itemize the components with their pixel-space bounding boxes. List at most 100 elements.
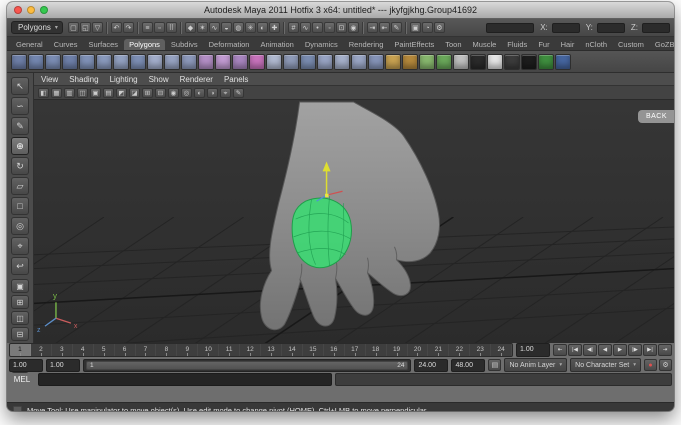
frame-cell[interactable]: 10 [198, 344, 220, 356]
shelf-tab[interactable]: Fur [533, 39, 554, 50]
input-connections-icon[interactable]: ⇥ [366, 22, 378, 33]
lighting-icon[interactable]: ◎ [181, 87, 192, 98]
mask-dynamics-icon[interactable]: ✳ [244, 22, 256, 33]
shelf-icon[interactable] [181, 53, 197, 70]
frame-cell[interactable]: 11 [219, 344, 241, 356]
frame-cell[interactable]: 17 [345, 344, 366, 356]
shelf-tab[interactable]: Toon [440, 39, 466, 50]
new-scene-icon[interactable]: ▢ [67, 22, 79, 33]
shelf-icon[interactable] [28, 53, 44, 70]
frame-cell[interactable]: 22 [449, 344, 471, 356]
separator[interactable] [361, 21, 364, 34]
snap-point-icon[interactable]: • [311, 22, 323, 33]
shelf-icon[interactable] [215, 53, 231, 70]
panel-menu-item[interactable]: Renderer [180, 75, 213, 84]
frame-cell[interactable]: 8 [156, 344, 178, 356]
animation-end-field[interactable]: 48.00 [451, 358, 486, 372]
anim-layer-filter-icon[interactable]: ▤ [488, 359, 502, 371]
select-tool[interactable]: ↖ [11, 77, 29, 95]
manipulator-center[interactable] [325, 193, 329, 198]
snap-curve-icon[interactable]: ∿ [299, 22, 311, 33]
snap-grid-icon[interactable]: # [287, 22, 299, 33]
frame-cell[interactable]: 18 [366, 344, 387, 356]
render-settings-icon[interactable]: ⚙ [433, 22, 445, 33]
shelf-icon[interactable] [538, 53, 554, 70]
shelf-tab[interactable]: Animation [255, 39, 298, 50]
show-manipulator-tool[interactable]: ⌖ [11, 237, 29, 255]
layout-single-pane-button[interactable]: ▣ [11, 279, 29, 293]
shelf-icon[interactable] [232, 53, 248, 70]
frame-cell[interactable]: 23 [470, 344, 492, 356]
shelf-tab[interactable]: PaintEffects [389, 39, 439, 50]
frame-cell[interactable]: 4 [73, 344, 94, 356]
separator[interactable] [282, 21, 285, 34]
shelf-icon[interactable] [147, 53, 163, 70]
render-current-frame-icon[interactable]: ▣ [409, 22, 421, 33]
go-to-end-button[interactable]: ⇥ [658, 344, 672, 356]
selected-faces[interactable] [291, 196, 352, 269]
select-object-icon[interactable]: ▫ [153, 22, 165, 33]
mask-surfaces-icon[interactable]: ◒ [220, 22, 232, 33]
character-set-dropdown[interactable]: No Character Set ▾ [570, 358, 641, 372]
frame-cell[interactable]: 1 [10, 344, 31, 356]
snap-view-icon[interactable]: ⊡ [335, 22, 347, 33]
shelf-icon[interactable] [266, 53, 282, 70]
frame-cell[interactable]: 21 [428, 344, 450, 356]
mask-joints-icon[interactable]: ✶ [196, 22, 208, 33]
frame-cell[interactable]: 9 [177, 344, 199, 356]
frame-cell[interactable]: 13 [261, 344, 282, 356]
menu-set-dropdown[interactable]: Polygons ▾ [11, 21, 63, 34]
soft-mod-tool[interactable]: ◎ [11, 217, 29, 235]
film-gate-icon[interactable]: ▦ [51, 87, 62, 98]
shelf-icon[interactable] [130, 53, 146, 70]
universal-manipulator-tool[interactable]: □ [11, 197, 29, 215]
auto-keyframe-button[interactable]: ● [644, 359, 657, 371]
separator[interactable] [136, 21, 139, 34]
bookmark-icon[interactable]: ✎ [233, 87, 244, 98]
command-input[interactable] [38, 373, 332, 386]
shelf-icon[interactable] [351, 53, 367, 70]
shelf-icon[interactable] [555, 53, 571, 70]
shelf-icon[interactable] [113, 53, 129, 70]
range-slider-bar[interactable]: 1 24 [86, 360, 409, 370]
shelf-icon[interactable] [385, 53, 401, 70]
separator[interactable] [105, 21, 108, 34]
save-scene-icon[interactable]: ▽ [91, 22, 103, 33]
shelf-tab[interactable]: Surfaces [83, 39, 123, 50]
zoom-window-button[interactable] [40, 6, 48, 14]
shelf-icon[interactable] [164, 53, 180, 70]
layout-four-pane-button[interactable]: ⊞ [11, 295, 29, 309]
frame-cell[interactable]: 3 [52, 344, 73, 356]
shelf-icon[interactable] [283, 53, 299, 70]
step-back-key-button[interactable]: |◀ [568, 344, 582, 356]
frame-cell[interactable]: 20 [408, 344, 429, 356]
camera-attributes-icon[interactable]: ⌖ [220, 87, 231, 98]
select-component-icon[interactable]: ⠿ [165, 22, 177, 33]
layout-two-pane-side-button[interactable]: ◫ [11, 311, 29, 325]
xray-icon[interactable]: ◐ [194, 87, 205, 98]
close-window-button[interactable] [14, 6, 22, 14]
wireframe-mode-icon[interactable]: ⊞ [142, 87, 153, 98]
z-input-field[interactable] [642, 22, 670, 33]
go-to-start-button[interactable]: ⇤ [553, 344, 567, 356]
shelf-tab[interactable]: Fluids [502, 39, 532, 50]
shelf-tab[interactable]: Custom [613, 39, 649, 50]
shelf-icon[interactable] [453, 53, 469, 70]
shelf-icon[interactable] [504, 53, 520, 70]
mel-label[interactable]: MEL [9, 375, 35, 384]
paint-select-tool[interactable]: ✎ [11, 117, 29, 135]
fill-mode-icon[interactable]: ◪ [129, 87, 140, 98]
shelf-tab[interactable]: Hair [556, 39, 580, 50]
frame-cell[interactable]: 2 [31, 344, 52, 356]
move-tool[interactable]: ⊕ [11, 137, 29, 155]
output-connections-icon[interactable]: ⇤ [378, 22, 390, 33]
textured-mode-icon[interactable]: ◉ [168, 87, 179, 98]
frame-cell[interactable]: 5 [94, 344, 115, 356]
mask-handles-icon[interactable]: ◆ [184, 22, 196, 33]
minimize-window-button[interactable] [27, 6, 35, 14]
panel-menu-item[interactable]: Shading [69, 75, 98, 84]
mask-misc-icon[interactable]: ✚ [268, 22, 280, 33]
shelf-icon[interactable] [62, 53, 78, 70]
lasso-tool[interactable]: ∽ [11, 97, 29, 115]
grid-toggle-icon[interactable]: ◧ [38, 87, 49, 98]
